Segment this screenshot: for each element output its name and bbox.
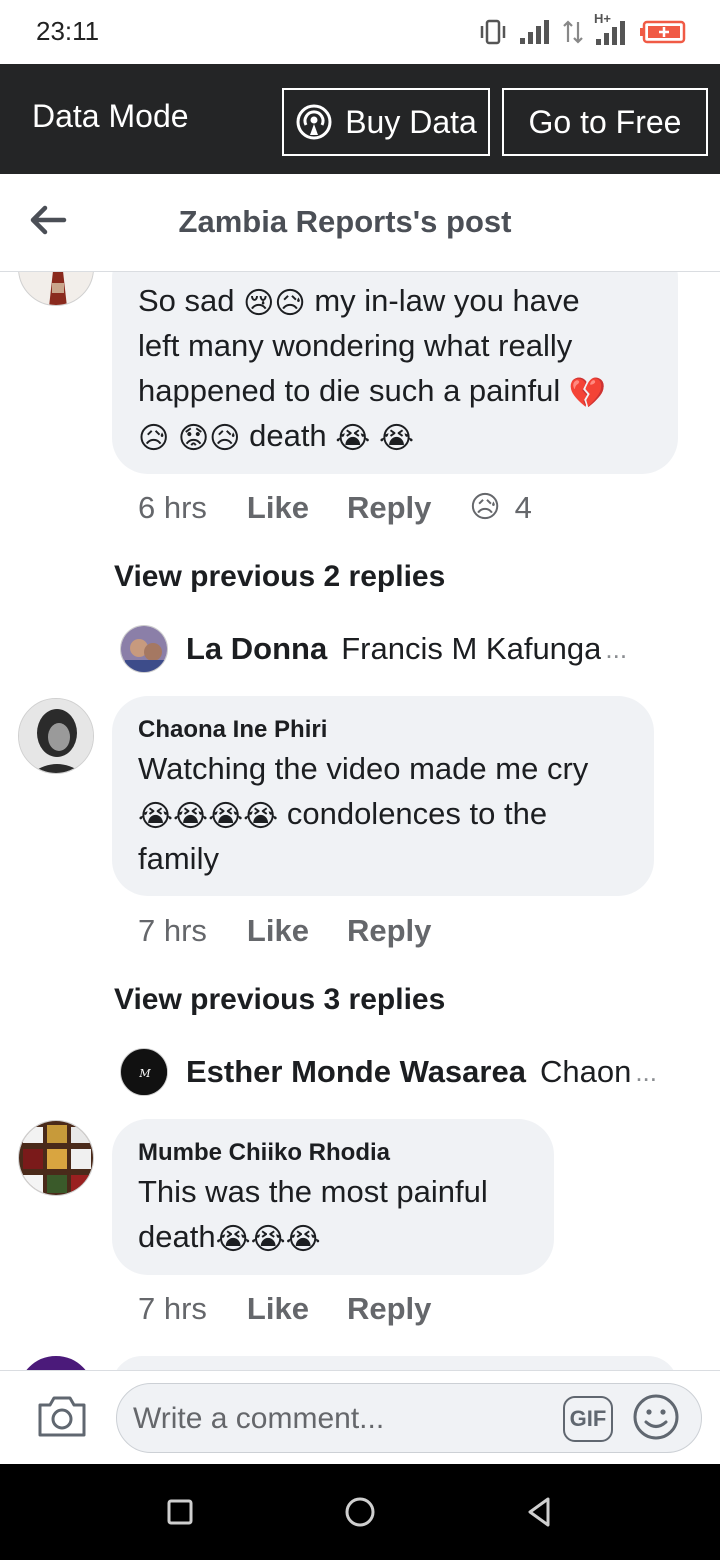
status-bar: 23:11 H+ [0, 0, 720, 64]
reply-preview[interactable]: M Esther Monde Wasarea Chaon ... [120, 1047, 680, 1097]
comment-text-line: This was the most painful [138, 1174, 488, 1209]
svg-text:M: M [138, 1067, 151, 1080]
avatar[interactable] [18, 1120, 94, 1196]
avatar-image [19, 272, 93, 305]
battery-icon [640, 20, 686, 44]
crying-emoji: 😭 [378, 422, 415, 455]
signal-hplus: H+ [594, 11, 630, 47]
buy-data-label: Buy Data [345, 103, 477, 140]
data-mode-bar: Data Mode Buy Data Go to Free [0, 64, 720, 174]
buy-data-button[interactable]: Buy Data [282, 88, 490, 156]
comment-author[interactable]: Chaona Ine Phiri [138, 716, 327, 744]
comment-text-line: happened to die such a painful [138, 373, 561, 408]
comment-time: 7 hrs [138, 1291, 207, 1326]
signal-icon-1 [520, 20, 549, 44]
comment-text-line: my in-law you have [314, 283, 580, 318]
page-title-text: Zambia Reports's post [178, 204, 512, 239]
avatar [120, 625, 168, 673]
sad-emoji: 😢😥 [243, 287, 306, 320]
comment-time: 7 hrs [138, 913, 207, 948]
signal-icon-2 [596, 21, 625, 45]
comment-text: So sad 😢😥 my in-law you have left many w… [138, 278, 678, 458]
avatar-image [19, 1121, 93, 1195]
data-arrows-icon [563, 20, 583, 44]
comment-input[interactable]: Write a comment... GIF [116, 1383, 702, 1453]
comment-meta: 7 hrs Like Reply [138, 913, 469, 949]
comment-text-line: Watching the video made me cry [138, 751, 589, 786]
triangle-back-icon[interactable] [520, 1492, 560, 1532]
circle-icon[interactable] [340, 1492, 380, 1532]
comment-bubble[interactable]: Mumbe Chiiko Rhodia This was the most pa… [112, 1119, 554, 1275]
like-button[interactable]: Like [247, 490, 309, 526]
broken-heart-emoji: 💔 [568, 377, 607, 410]
sad-emoji: 😟😥 [177, 422, 241, 455]
view-previous-replies[interactable]: View previous 3 replies [114, 983, 445, 1017]
reply-author[interactable]: La Donna [186, 631, 327, 667]
comment-placeholder: Write a comment... [133, 1402, 385, 1435]
reply-author[interactable]: Esther Monde Wasarea [186, 1054, 526, 1090]
status-time: 23:11 [36, 16, 100, 46]
comment-text-line: So sad [138, 283, 235, 318]
crying-emoji: 😭😭😭😭 [138, 800, 279, 833]
sad-emoji: 😥 [138, 422, 170, 455]
system-nav-bar [0, 1464, 720, 1560]
gif-button[interactable]: GIF [563, 1396, 613, 1442]
ellipsis: ... [635, 1056, 657, 1087]
reply-button[interactable]: Reply [347, 1291, 431, 1327]
comments-feed[interactable]: So sad 😢😥 my in-law you have left many w… [0, 272, 720, 1370]
comment-meta: 7 hrs Like Reply [138, 1291, 469, 1327]
square-icon[interactable] [160, 1492, 200, 1532]
reply-text: Francis M Kafunga [341, 631, 602, 666]
comment-text-line: condolences to the [286, 796, 548, 831]
vibrate-icon [480, 19, 506, 45]
comment-text-line: left many wondering what really [138, 328, 573, 363]
reply-preview[interactable]: La Donna Francis M Kafunga ... [120, 624, 680, 674]
comment-bubble[interactable]: Chaona Ine Phiri Watching the video made… [112, 696, 654, 896]
reply-text: Chaon [539, 1054, 632, 1089]
avatar-image [19, 699, 93, 773]
go-to-free-button[interactable]: Go to Free [502, 88, 708, 156]
comment-bubble[interactable]: So sad 😢😥 my in-law you have left many w… [112, 272, 678, 474]
comment-author[interactable]: Mumbe Chiiko Rhodia [138, 1139, 390, 1167]
crying-emoji: 😭 [335, 422, 371, 455]
like-button[interactable]: Like [247, 1291, 309, 1327]
post-header: Zambia Reports's post [0, 174, 720, 272]
reply-button[interactable]: Reply [347, 490, 431, 526]
comment-text: This was the most painful death😭😭😭 [138, 1169, 548, 1259]
view-previous-replies[interactable]: View previous 2 replies [114, 560, 445, 594]
comment-composer: Write a comment... GIF [0, 1370, 720, 1464]
comment-bubble[interactable] [112, 1356, 678, 1370]
status-icons: H+ [478, 11, 686, 48]
avatar[interactable] [18, 698, 94, 774]
crying-emoji: 😭😭😭 [215, 1223, 321, 1256]
go-to-free-label: Go to Free [528, 103, 682, 140]
reaction-count: 4 [514, 490, 532, 525]
broadcast-icon [296, 104, 332, 140]
comment-time: 6 hrs [138, 490, 207, 525]
reply-button[interactable]: Reply [347, 913, 431, 949]
avatar[interactable] [18, 1356, 94, 1370]
data-mode-label: Data Mode [32, 98, 189, 134]
page-title: Zambia Reports's post [0, 204, 690, 240]
comment-meta: 6 hrs Like Reply 😥 4 [138, 490, 532, 526]
avatar[interactable] [18, 272, 94, 306]
reaction-summary[interactable]: 😥 4 [469, 490, 532, 526]
comment-text-line: death [249, 418, 327, 453]
ellipsis: ... [605, 633, 628, 664]
like-button[interactable]: Like [247, 913, 309, 949]
camera-icon[interactable] [36, 1393, 88, 1439]
comment-text-line: death [138, 1219, 216, 1254]
smile-icon[interactable] [631, 1392, 681, 1442]
comment-text-line: family [138, 841, 219, 876]
avatar: M [120, 1048, 168, 1096]
comment-text: Watching the video made me cry 😭😭😭😭 cond… [138, 746, 648, 881]
sad-reaction-icon: 😥 [469, 491, 501, 524]
